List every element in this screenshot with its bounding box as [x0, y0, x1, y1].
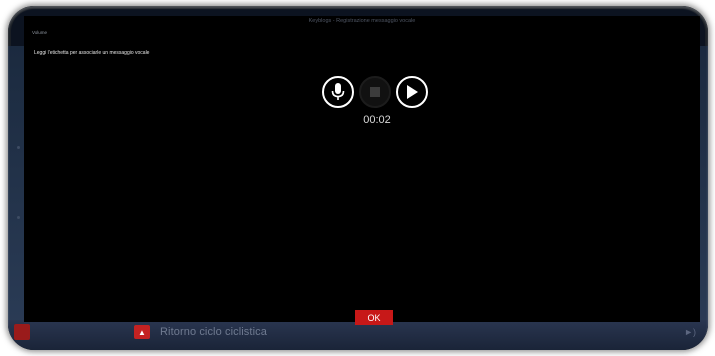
background-dot — [17, 216, 20, 219]
device-frame: ▲ Ritorno ciclo ciclistica ►) Keyblogs -… — [8, 6, 708, 350]
speaker-icon[interactable]: ►) — [684, 327, 696, 337]
stop-icon — [370, 87, 380, 97]
microphone-icon — [331, 83, 345, 100]
ok-button[interactable]: OK — [355, 310, 393, 325]
bottom-bar-label: Ritorno ciclo ciclistica — [160, 326, 267, 338]
background-dot — [17, 146, 20, 149]
dialog-head-label: Volume — [32, 30, 48, 35]
play-button[interactable] — [396, 76, 428, 108]
record-button[interactable] — [322, 76, 354, 108]
recording-timer: 00:02 — [363, 114, 391, 126]
recording-controls — [319, 76, 429, 110]
alert-icon[interactable]: ▲ — [134, 325, 150, 339]
voice-recording-dialog: Keyblogs - Registrazione messaggio vocal… — [24, 16, 700, 325]
dialog-title: Keyblogs - Registrazione messaggio vocal… — [308, 18, 416, 24]
dialog-instruction: Leggi l'etichetta per associarle un mess… — [34, 50, 150, 56]
menu-button[interactable] — [14, 324, 30, 340]
stop-button[interactable] — [359, 76, 391, 108]
play-icon — [407, 85, 418, 99]
